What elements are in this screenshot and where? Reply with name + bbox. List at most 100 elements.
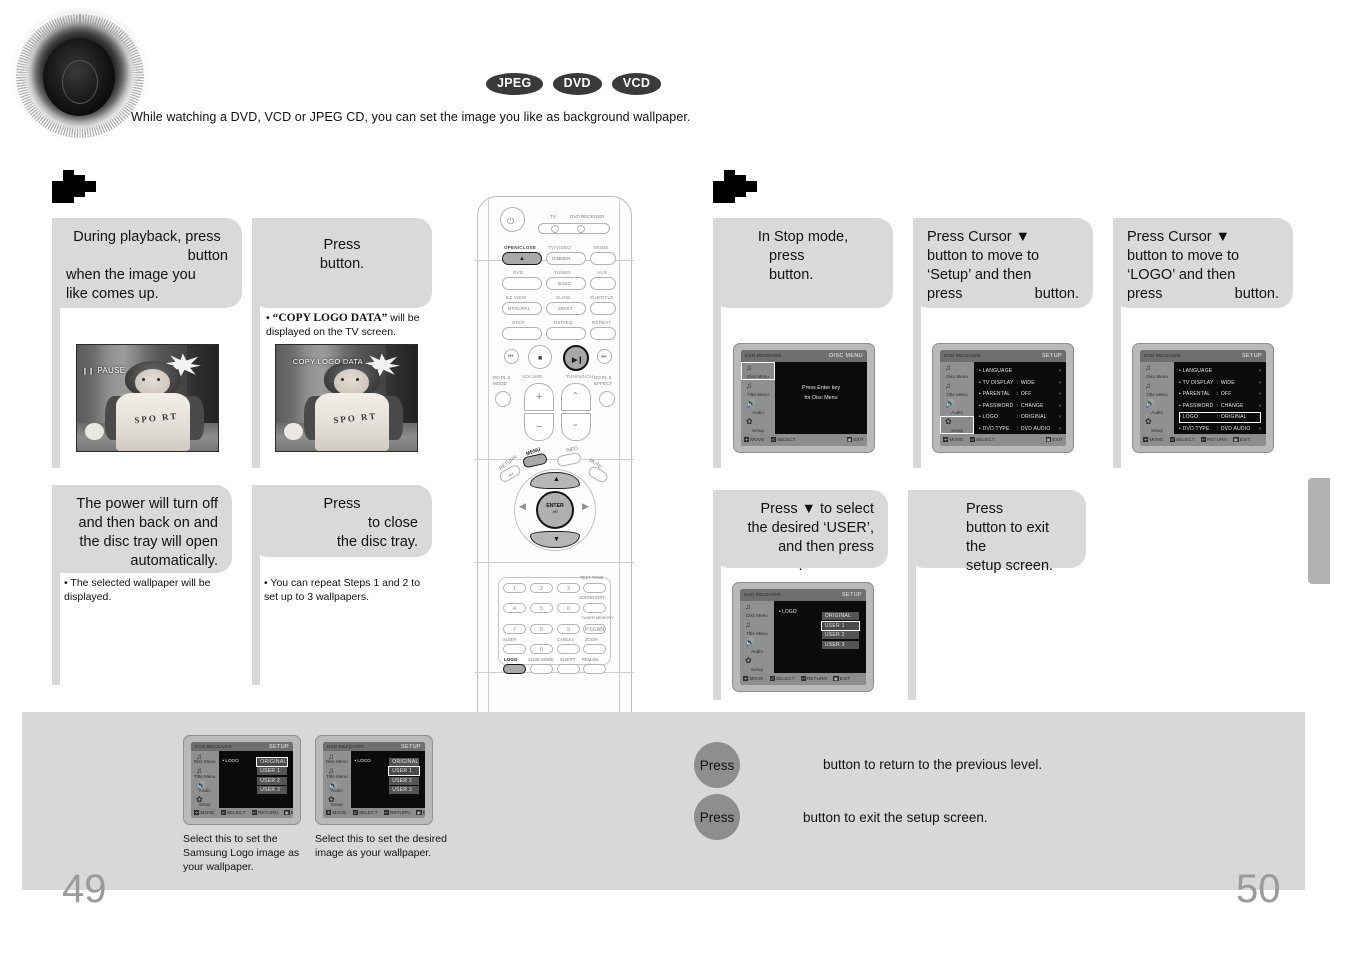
label-dsp-eq: DSP/EQ: [554, 320, 573, 325]
repeat-button[interactable]: [590, 327, 616, 340]
tuner-band-button[interactable]: BAND: [546, 277, 586, 290]
sidebar-title-menu[interactable]: ♫ Title Menu: [740, 619, 774, 637]
previous-button[interactable]: ⏮: [504, 349, 519, 364]
key-2[interactable]: 2: [530, 583, 553, 593]
subtitle-button[interactable]: [590, 302, 616, 315]
key-9[interactable]: 9: [557, 624, 580, 634]
table-row[interactable]: • LANGUAGE ›: [979, 366, 1061, 378]
option-user-3[interactable]: USER 3: [821, 640, 859, 649]
sidebar-audio[interactable]: 🔊 Audio: [740, 637, 774, 655]
sidebar-disc-menu[interactable]: ♫ Disc Menu: [1140, 362, 1174, 380]
ez-view-button[interactable]: NTSC/PAL: [502, 302, 542, 315]
mini-option-user-3[interactable]: USER 3: [389, 786, 420, 795]
press-note-1-button[interactable]: Press: [694, 742, 740, 788]
option-user-2[interactable]: USER 2: [821, 631, 859, 640]
mini-option-user-2[interactable]: USER 2: [257, 776, 288, 785]
remain-button[interactable]: [583, 664, 606, 674]
dpad-left-button[interactable]: ◀: [519, 501, 526, 512]
sidebar-title-menu[interactable]: ♫ Title Menu: [1140, 380, 1174, 398]
press-note-1-text: button to return to the previous level.: [823, 757, 1043, 772]
logo-button[interactable]: [503, 664, 526, 674]
screen-footer: ✛ MOVE ⏎ SELECT ↩ RETURN ▣ EXIT: [740, 672, 866, 685]
key-4[interactable]: 4: [503, 603, 526, 613]
slide-mode-button[interactable]: [530, 664, 553, 674]
mini-option-user-3[interactable]: USER 3: [257, 786, 288, 795]
key-8[interactable]: 8: [530, 624, 553, 634]
insert-button[interactable]: [557, 664, 580, 674]
aux-button[interactable]: [590, 277, 616, 290]
label-mode: MODE: [594, 245, 609, 250]
mini-option-user-2[interactable]: USER 2: [389, 776, 420, 785]
tuning-down-button[interactable]: ⌄: [561, 413, 591, 441]
volume-down-button[interactable]: −: [524, 413, 554, 441]
mini-option-user-1[interactable]: USER 1: [388, 766, 421, 777]
r-step-1-instruction: In Stop mode, press button.: [713, 218, 893, 308]
zoom-button[interactable]: [583, 644, 606, 654]
screen-sidebar: ♫ Disc Menu ♫ Title Menu 🔊 Audio ✿ Setup: [1140, 361, 1175, 434]
slow-button[interactable]: MO/ST: [546, 302, 586, 315]
key-1[interactable]: 1: [503, 583, 526, 593]
stop-button[interactable]: ■: [528, 345, 552, 369]
key-6[interactable]: 6: [557, 603, 580, 613]
step-3-note: • The selected wallpaper will be display…: [64, 577, 211, 603]
power-button[interactable]: ⏻: [500, 207, 525, 232]
tv-video-dimmer-button[interactable]: DIMMER: [546, 252, 586, 265]
mini-option-original[interactable]: ORIGINAL: [256, 756, 289, 767]
volume-up-button[interactable]: +: [524, 383, 554, 411]
test-tone-button[interactable]: [583, 583, 606, 593]
label-dd-pl2-mode: DD PL II MODE: [493, 375, 511, 386]
table-row[interactable]: • LOGO: ORIGINAL ›: [979, 412, 1061, 424]
step-3-note-text: The selected wallpaper will be displayed…: [64, 577, 211, 603]
screen-footer: ✛ MOVE ⏎ SELECT ▣ EXIT: [940, 433, 1066, 446]
sidebar-title-menu[interactable]: ♫ Title Menu: [741, 380, 775, 398]
sidebar-audio[interactable]: 🔊 Audio: [1140, 398, 1174, 416]
dsp-eq-button[interactable]: [546, 327, 586, 340]
dpad-up-button[interactable]: ▲: [530, 472, 580, 489]
key-3[interactable]: 3: [557, 583, 580, 593]
key-0[interactable]: 0: [530, 644, 553, 654]
sidebar-audio[interactable]: 🔊 Audio: [940, 398, 974, 416]
table-row[interactable]: • PASSWORD: CHANGE ›: [979, 400, 1061, 412]
sidebar-setup[interactable]: ✿ Setup: [740, 655, 774, 673]
dd-pl2-mode-button[interactable]: [495, 391, 511, 407]
sidebar-audio[interactable]: 🔊 Audio: [741, 398, 775, 416]
cancel-button[interactable]: [557, 644, 580, 654]
table-row[interactable]: • PARENTAL: OFF ›: [979, 389, 1061, 401]
dvd-button[interactable]: [502, 277, 542, 290]
sidebar-disc-menu[interactable]: ♫ Disc Menu: [741, 361, 776, 380]
step-button[interactable]: [502, 327, 542, 340]
mini-option-user-1[interactable]: USER 1: [257, 767, 288, 776]
table-row-selected[interactable]: • LOGO: ORIGINAL ›: [1179, 411, 1261, 424]
p-scan-button[interactable]: P.SCAN: [583, 624, 606, 634]
sound-edit-button[interactable]: [583, 603, 606, 613]
table-row[interactable]: • LANGUAGE ›: [1179, 366, 1261, 378]
play-pause-button[interactable]: ▶❙: [563, 345, 589, 371]
table-row[interactable]: • PARENTAL: OFF ›: [1179, 389, 1261, 401]
key-7[interactable]: 7: [503, 624, 526, 634]
sidebar-setup[interactable]: ✿ Setup: [1140, 416, 1174, 434]
sidebar-setup[interactable]: ✿ Setup: [741, 416, 775, 434]
dpad-right-button[interactable]: ▶: [582, 501, 589, 512]
option-original[interactable]: ORIGINAL: [821, 612, 859, 621]
table-row[interactable]: • PASSWORD: CHANGE ›: [1179, 400, 1261, 412]
next-button[interactable]: ⏭: [597, 349, 612, 364]
mini-option-original[interactable]: ORIGINAL: [389, 757, 420, 766]
mode-button[interactable]: [590, 252, 616, 265]
option-user-1[interactable]: USER 1: [820, 620, 860, 631]
sidebar-setup[interactable]: ✿ Setup: [940, 415, 975, 434]
key-5[interactable]: 5: [530, 603, 553, 613]
info-button[interactable]: [556, 451, 582, 468]
dvd-remote-control[interactable]: ⏻ TV DVD RECEIVER OPEN/CLOSE ▲ TV/VIDEO …: [475, 196, 634, 776]
press-note-2-button[interactable]: Press: [694, 794, 740, 840]
mute-button[interactable]: [586, 464, 610, 485]
dd-pl2-effect-button[interactable]: [599, 391, 615, 407]
tuning-up-button[interactable]: ⌃: [561, 383, 591, 411]
enter-button[interactable]: ENTER ⏎: [536, 491, 574, 529]
sidebar-disc-menu[interactable]: ♫ Disc Menu: [940, 362, 974, 380]
sleep-button[interactable]: [503, 644, 526, 654]
open-close-button[interactable]: ▲: [502, 252, 542, 265]
table-row[interactable]: • TV DISPLAY: WIDE ›: [1179, 377, 1261, 389]
sidebar-title-menu[interactable]: ♫ Title Menu: [940, 380, 974, 398]
table-row[interactable]: • TV DISPLAY: WIDE ›: [979, 377, 1061, 389]
sidebar-disc-menu[interactable]: ♫ Disc Menu: [740, 601, 774, 619]
